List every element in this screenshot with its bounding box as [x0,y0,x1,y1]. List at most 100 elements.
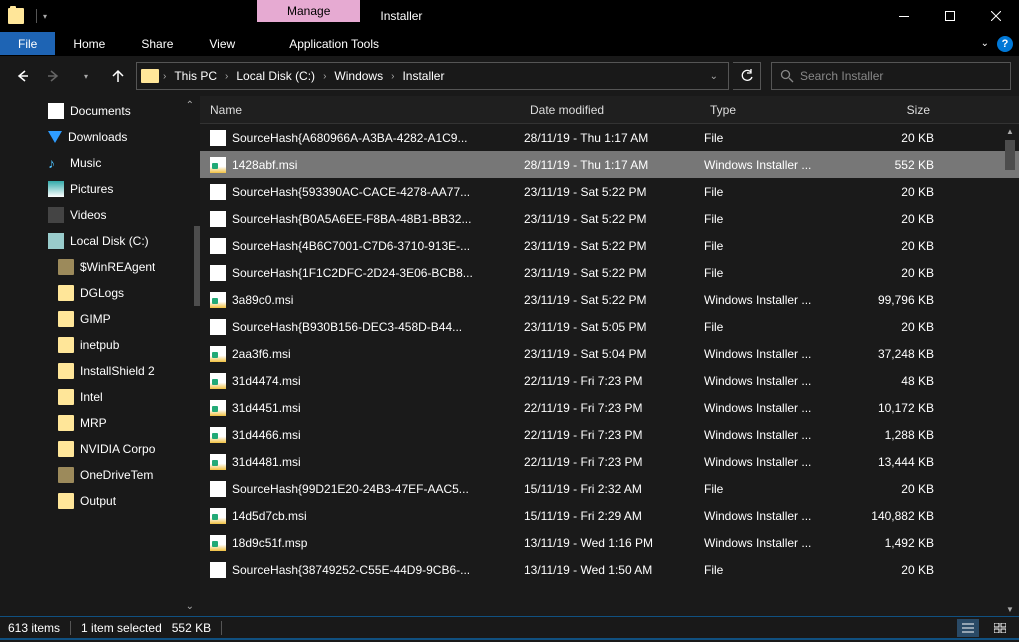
tree-item[interactable]: MRP [0,410,200,436]
forward-button[interactable] [40,62,68,90]
scroll-down-icon[interactable]: ▼ [1003,602,1017,616]
minimize-icon [899,16,909,17]
folder-icon[interactable] [8,8,24,24]
file-row[interactable]: SourceHash{99D21E20-24B3-47EF-AAC5...15/… [200,475,1019,502]
file-date: 23/11/19 - Sat 5:05 PM [524,320,704,334]
file-size: 20 KB [854,320,944,334]
breadcrumb-item[interactable]: Installer [396,69,450,83]
refresh-button[interactable] [733,62,761,90]
maximize-button[interactable] [927,0,973,32]
column-name[interactable]: Name [200,103,520,117]
chevron-down-icon[interactable]: ⌄ [186,601,194,612]
file-type: Windows Installer ... [704,347,854,361]
column-size[interactable]: Size [850,103,940,117]
tree-item[interactable]: NVIDIA Corpo [0,436,200,462]
tree-item[interactable]: OneDriveTem [0,462,200,488]
chevron-right-icon[interactable]: › [389,71,396,82]
tree-item[interactable]: Pictures [0,176,200,202]
tree-item[interactable]: ♪Music [0,150,200,176]
up-button[interactable] [104,62,132,90]
scrollbar-thumb[interactable] [1005,140,1015,170]
tree-item-label: NVIDIA Corpo [80,442,155,456]
msi-icon [210,508,226,524]
close-button[interactable] [973,0,1019,32]
file-row[interactable]: 2aa3f6.msi23/11/19 - Sat 5:04 PMWindows … [200,340,1019,367]
file-list-body[interactable]: SourceHash{A680966A-A3BA-4282-A1C9...28/… [200,124,1019,616]
tree-item[interactable]: GIMP [0,306,200,332]
tree-item-label: Downloads [68,130,127,144]
breadcrumb-item[interactable]: Local Disk (C:) [230,69,321,83]
file-row[interactable]: 14d5d7cb.msi15/11/19 - Fri 2:29 AMWindow… [200,502,1019,529]
file-size: 20 KB [854,212,944,226]
view-details-button[interactable] [957,619,979,637]
tree-item[interactable]: DGLogs [0,280,200,306]
file-row[interactable]: 31d4466.msi22/11/19 - Fri 7:23 PMWindows… [200,421,1019,448]
breadcrumb[interactable]: › This PC › Local Disk (C:) › Windows › … [136,62,729,90]
chevron-right-icon[interactable]: › [223,71,230,82]
tree-item-label: OneDriveTem [80,468,153,482]
navigation-tree[interactable]: ⌃ ⌄ Documents Downloads ♪MusicPicturesVide… [0,96,200,616]
tab-home[interactable]: Home [55,32,123,55]
file-icon [210,481,226,497]
tree-item[interactable]: InstallShield 2 [0,358,200,384]
file-row[interactable]: SourceHash{B930B156-DEC3-458D-B44...23/1… [200,313,1019,340]
search-box[interactable] [771,62,1011,90]
file-date: 23/11/19 - Sat 5:22 PM [524,239,704,253]
back-button[interactable] [8,62,36,90]
tree-item[interactable]: Local Disk (C:) [0,228,200,254]
file-row[interactable]: 1428abf.msi28/11/19 - Thu 1:17 AMWindows… [200,151,1019,178]
scrollbar[interactable]: ▲ ▼ [1003,124,1017,616]
breadcrumb-dropdown-icon[interactable]: ⌄ [704,71,724,82]
column-type[interactable]: Type [700,103,850,117]
file-name: SourceHash{38749252-C55E-44D9-9CB6-... [232,563,470,577]
file-date: 15/11/19 - Fri 2:29 AM [524,509,704,523]
file-date: 22/11/19 - Fri 7:23 PM [524,401,704,415]
minimize-button[interactable] [881,0,927,32]
file-row[interactable]: SourceHash{38749252-C55E-44D9-9CB6-...13… [200,556,1019,583]
tree-item[interactable]: $WinREAgent [0,254,200,280]
file-row[interactable]: 31d4474.msi22/11/19 - Fri 7:23 PMWindows… [200,367,1019,394]
history-dropdown[interactable]: ▾ [72,62,100,90]
file-name: SourceHash{593390AC-CACE-4278-AA77... [232,185,470,199]
tab-share[interactable]: Share [123,32,191,55]
scroll-up-icon[interactable]: ▲ [1003,124,1017,138]
file-row[interactable]: SourceHash{1F1C2DFC-2D24-3E06-BCB8...23/… [200,259,1019,286]
chevron-right-icon[interactable]: › [161,71,168,82]
folder-dim-icon [58,467,74,483]
file-row[interactable]: SourceHash{4B6C7001-C7D6-3710-913E-...23… [200,232,1019,259]
help-button[interactable]: ? [997,36,1013,52]
file-row[interactable]: 31d4451.msi22/11/19 - Fri 7:23 PMWindows… [200,394,1019,421]
tree-item[interactable]: Intel [0,384,200,410]
tab-application-tools[interactable]: Application Tools [271,32,397,55]
ribbon-expand-icon[interactable]: ⌄ [981,38,989,49]
breadcrumb-item[interactable]: This PC [168,69,223,83]
search-input[interactable] [800,69,1002,83]
file-date: 23/11/19 - Sat 5:22 PM [524,212,704,226]
column-date[interactable]: Date modified [520,103,700,117]
file-row[interactable]: SourceHash{593390AC-CACE-4278-AA77...23/… [200,178,1019,205]
file-row[interactable]: 18d9c51f.msp13/11/19 - Wed 1:16 PMWindow… [200,529,1019,556]
ribbon-tabs: File Home Share View Application Tools ⌄… [0,32,1019,56]
file-type: Windows Installer ... [704,374,854,388]
file-row[interactable]: 31d4481.msi22/11/19 - Fri 7:23 PMWindows… [200,448,1019,475]
msi-icon [210,535,226,551]
chevron-up-icon[interactable]: ⌃ [186,100,194,111]
qat-dropdown-icon[interactable]: ▾ [43,12,47,21]
tree-item[interactable]: Output [0,488,200,514]
tree-item[interactable]: Downloads [0,124,200,150]
tree-item[interactable]: Documents [0,98,200,124]
file-name: SourceHash{99D21E20-24B3-47EF-AAC5... [232,482,469,496]
breadcrumb-item[interactable]: Windows [328,69,389,83]
file-row[interactable]: SourceHash{B0A5A6EE-F8BA-48B1-BB32...23/… [200,205,1019,232]
file-size: 13,444 KB [854,455,944,469]
tree-item[interactable]: Videos [0,202,200,228]
view-thumbnails-button[interactable] [989,619,1011,637]
chevron-right-icon[interactable]: › [321,71,328,82]
tab-view[interactable]: View [191,32,253,55]
tree-item[interactable]: inetpub [0,332,200,358]
file-row[interactable]: SourceHash{A680966A-A3BA-4282-A1C9...28/… [200,124,1019,151]
file-name: 31d4481.msi [232,455,301,469]
file-row[interactable]: 3a89c0.msi23/11/19 - Sat 5:22 PMWindows … [200,286,1019,313]
file-tab[interactable]: File [0,32,55,55]
file-date: 23/11/19 - Sat 5:04 PM [524,347,704,361]
